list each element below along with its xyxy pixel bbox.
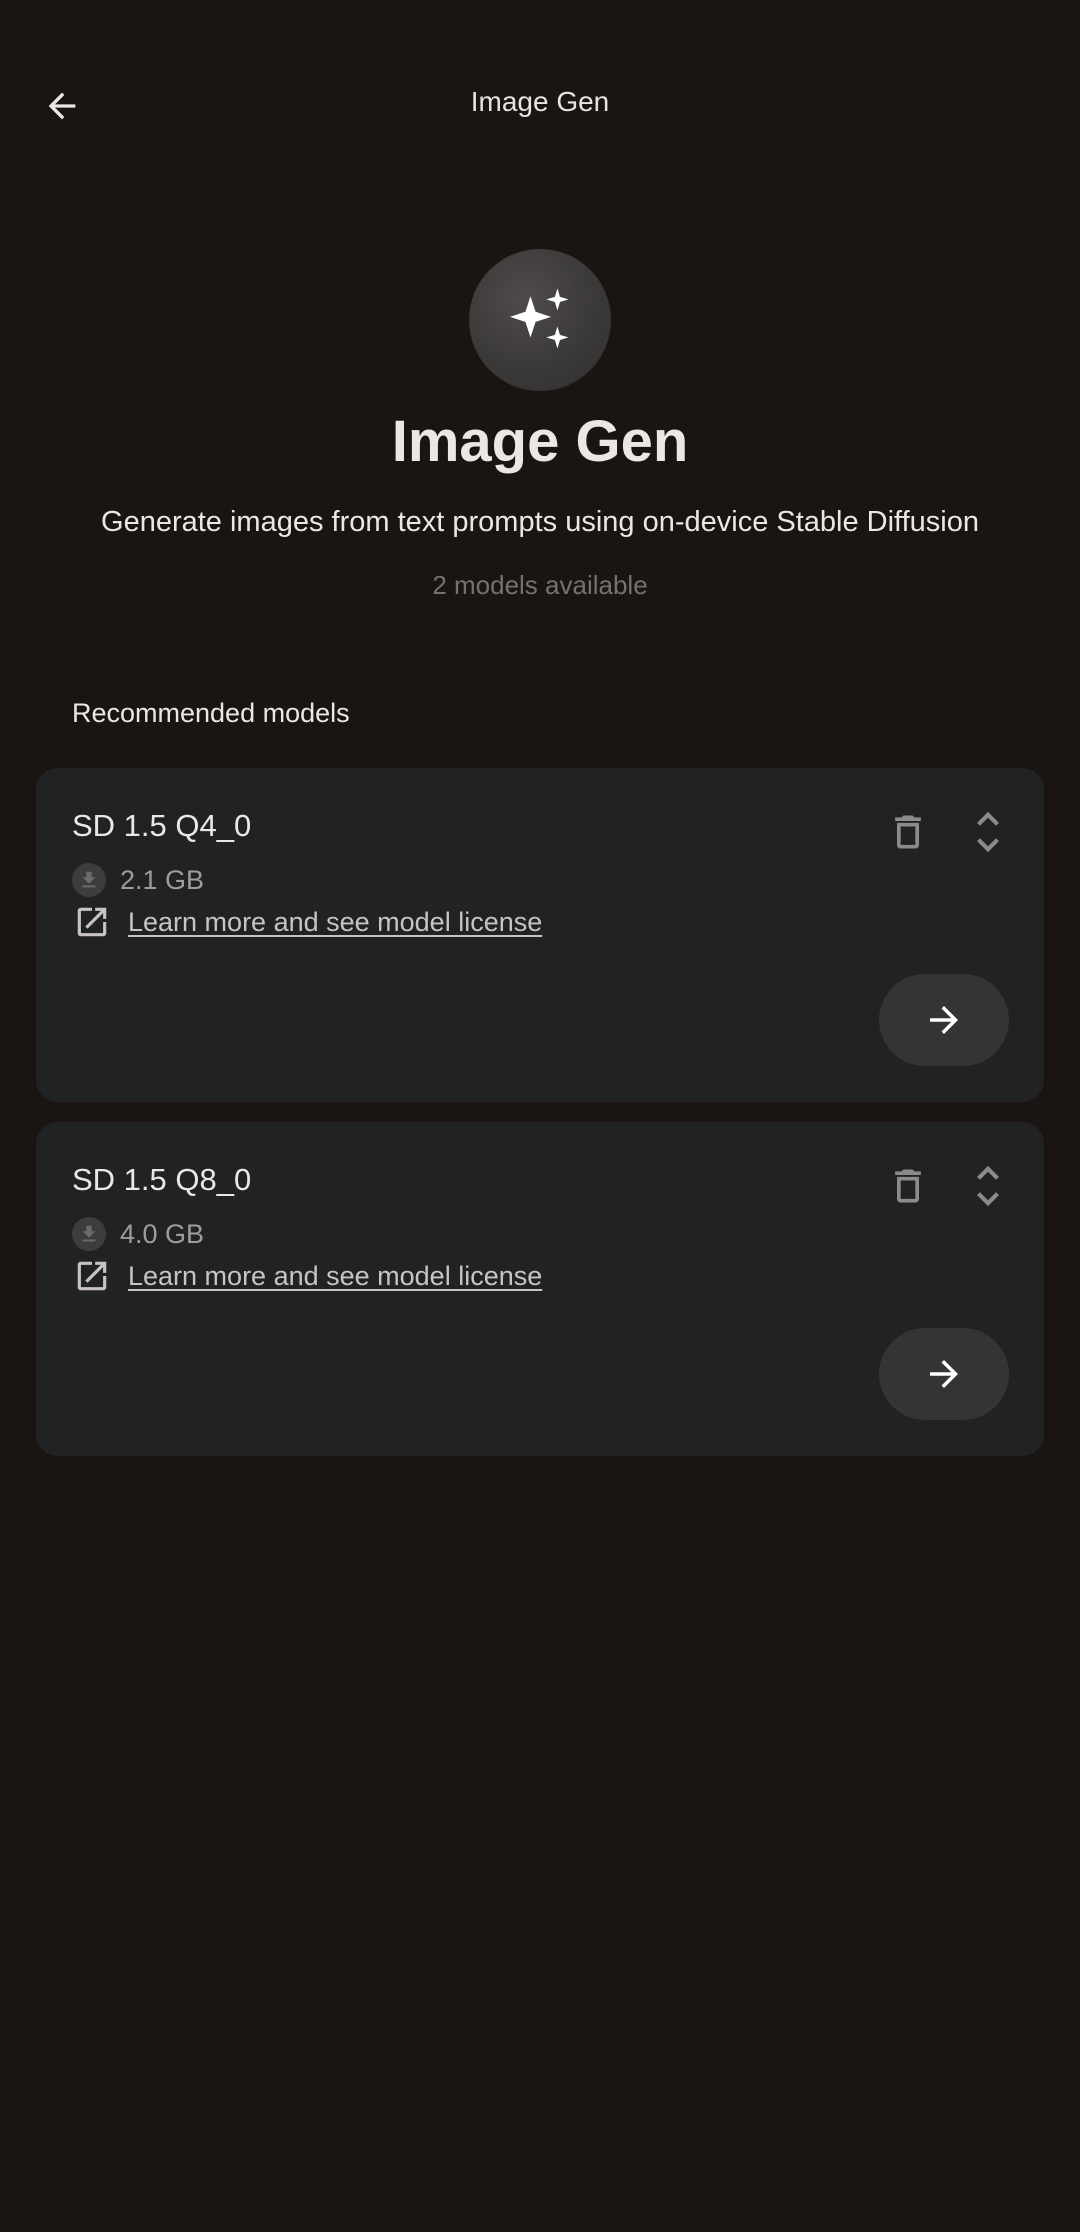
model-size: 2.1 GB <box>120 864 205 895</box>
model-name: SD 1.5 Q8_0 <box>72 1162 252 1197</box>
delete-button[interactable] <box>880 804 936 860</box>
arrow-forward-icon <box>930 1006 958 1034</box>
model-size: 4.0 GB <box>120 1218 205 1249</box>
model-card: SD 1.5 Q4_0 2.1 GB Learn more and see mo… <box>36 768 1044 1102</box>
delete-icon <box>895 1169 921 1203</box>
unfold-more-icon <box>977 1165 999 1207</box>
download-icon <box>72 863 106 897</box>
app-bar-title: Image Gen <box>470 86 610 117</box>
model-size-row: 4.0 GB <box>72 1214 204 1254</box>
top-app-bar: Image Gen <box>0 0 1080 212</box>
open-in-new-icon <box>72 902 112 942</box>
download-icon <box>72 1217 106 1251</box>
open-model-button[interactable] <box>879 974 1009 1066</box>
expand-button[interactable] <box>960 804 1016 860</box>
model-license-text: Learn more and see model license <box>128 906 543 937</box>
hero-title: Image Gen <box>391 409 689 474</box>
model-card: SD 1.5 Q8_0 4.0 GB Learn more and see mo… <box>36 1122 1044 1456</box>
sparkles-icon <box>509 288 569 349</box>
unfold-more-icon <box>977 811 999 853</box>
hero-icon-badge <box>469 249 611 391</box>
open-in-new-icon <box>72 1256 112 1296</box>
delete-button[interactable] <box>880 1158 936 1214</box>
arrow-forward-icon <box>930 1360 958 1388</box>
delete-icon <box>895 815 921 849</box>
expand-button[interactable] <box>960 1158 1016 1214</box>
hero-subtitle: Generate images from text prompts using … <box>101 506 979 538</box>
models-count: 2 models available <box>432 570 648 600</box>
open-model-button[interactable] <box>879 1328 1009 1420</box>
model-name: SD 1.5 Q4_0 <box>72 808 252 843</box>
model-license-text: Learn more and see model license <box>128 1260 543 1291</box>
section-label: Recommended models <box>72 698 350 728</box>
model-license-link[interactable]: Learn more and see model license <box>72 1256 542 1296</box>
model-license-link[interactable]: Learn more and see model license <box>72 902 542 942</box>
model-size-row: 2.1 GB <box>72 860 204 900</box>
